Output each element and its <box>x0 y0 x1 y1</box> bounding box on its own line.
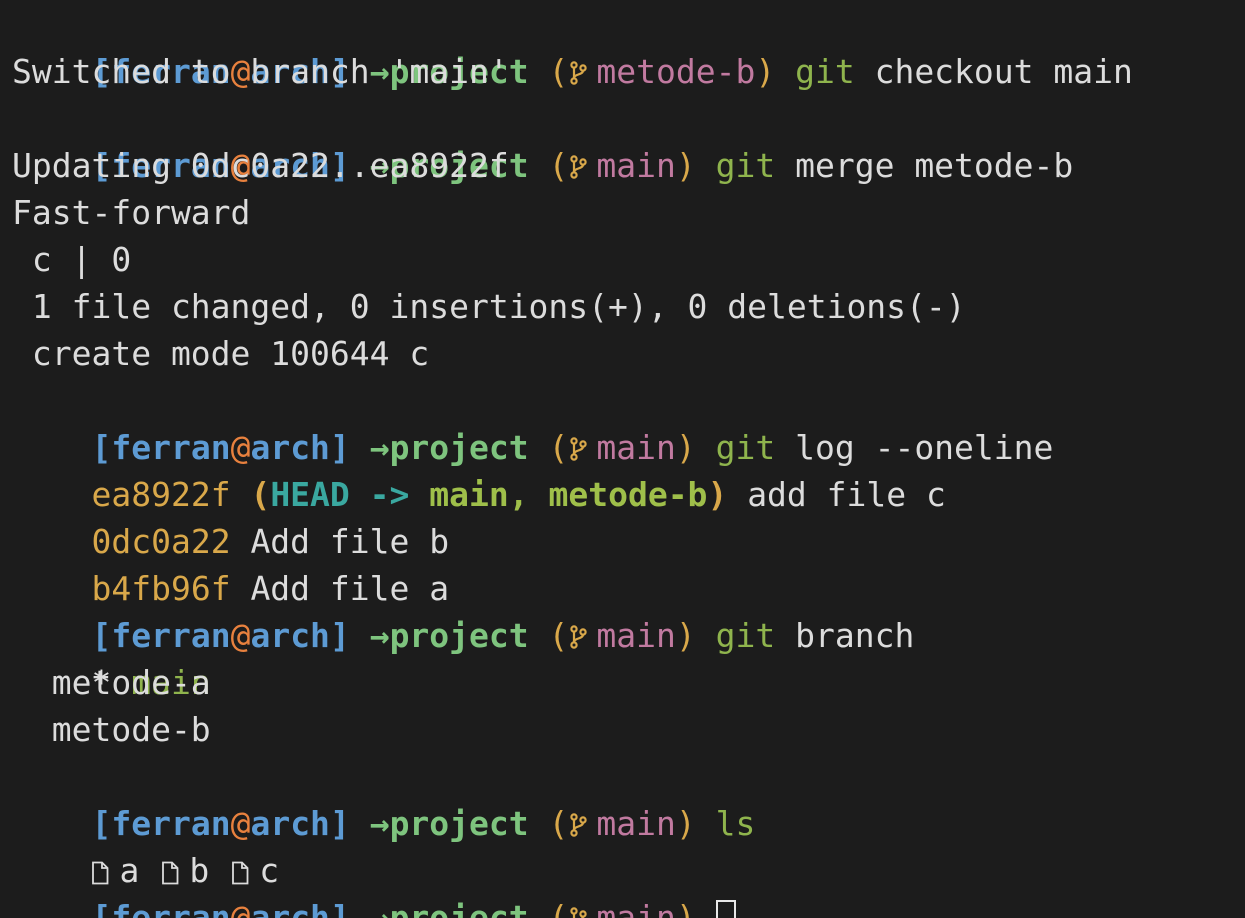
prompt-user: ferran <box>111 804 231 843</box>
prompt-branch: main <box>596 616 676 655</box>
file-name: c <box>259 851 280 890</box>
prompt-dir: project <box>389 898 529 918</box>
prompt-line: [ferran@arch] →project ( main) ls <box>12 753 1245 843</box>
prompt-close-bracket: ] <box>329 898 350 918</box>
prompt-user: ferran <box>111 428 231 467</box>
ref-paren-open: ( <box>250 475 271 514</box>
prompt-paren-close: ) <box>755 52 776 91</box>
command-ls: ls <box>715 804 756 843</box>
branch-ref-metode-b: metode-b <box>548 475 708 514</box>
git-branch-icon <box>570 907 588 918</box>
prompt-line: [ferran@arch] →project ( main) git log --… <box>12 377 1245 467</box>
prompt-close-bracket: ] <box>329 428 350 467</box>
commit-message: Add file b <box>250 522 450 561</box>
prompt-user: ferran <box>111 898 231 918</box>
command-args: checkout main <box>874 52 1133 91</box>
ref-paren-close: ) <box>707 475 728 514</box>
prompt-line: [ferran@arch] →project (metode-b) git ch… <box>12 1 1245 91</box>
output-line: Fast-forward <box>12 193 251 232</box>
file-entry[interactable]: b <box>161 851 209 890</box>
command-args: branch <box>795 616 915 655</box>
prompt-line: [ferran@arch] →project (main) git merge … <box>12 95 1245 185</box>
git-branch-icon <box>570 155 588 179</box>
terminal-window[interactable]: [ferran@arch] →project (metode-b) git ch… <box>0 0 1245 918</box>
prompt-branch: main <box>596 428 676 467</box>
prompt-open-bracket: [ <box>91 898 112 918</box>
prompt-paren-close: ) <box>675 898 696 918</box>
prompt-host: arch <box>250 898 330 918</box>
prompt-paren-open: ( <box>548 616 569 655</box>
prompt-close-bracket: ] <box>329 616 350 655</box>
commit-message: add file c <box>747 475 946 514</box>
prompt-at: @ <box>230 898 251 918</box>
prompt-dir: project <box>389 428 529 467</box>
command-git: git <box>795 52 855 91</box>
prompt-open-bracket: [ <box>91 428 112 467</box>
output-line: create mode 100644 c <box>12 334 430 373</box>
branch-list-item: metode-a <box>12 663 211 702</box>
prompt-close-bracket: ] <box>329 804 350 843</box>
file-name: a <box>119 851 140 890</box>
command-git: git <box>715 146 776 185</box>
file-icon <box>92 861 109 885</box>
prompt-host: arch <box>250 428 330 467</box>
git-branch-icon <box>570 437 588 461</box>
file-icon <box>232 861 249 885</box>
prompt-user: ferran <box>111 616 231 655</box>
prompt-paren-open: ( <box>548 804 569 843</box>
prompt-paren-close: ) <box>675 146 696 185</box>
prompt-paren-open: ( <box>548 146 569 185</box>
prompt-dir: project <box>389 804 529 843</box>
command-args: log --oneline <box>795 428 1054 467</box>
prompt-paren-close: ) <box>675 428 696 467</box>
prompt-paren-open: ( <box>548 428 569 467</box>
git-branch-icon <box>570 625 588 649</box>
prompt-host: arch <box>250 804 330 843</box>
prompt-dir: project <box>389 616 529 655</box>
git-branch-icon <box>570 813 588 837</box>
commit-hash: ea8922f <box>91 475 231 514</box>
command-args: merge metode-b <box>795 146 1074 185</box>
prompt-paren-close: ) <box>675 616 696 655</box>
git-branch-icon <box>570 61 588 85</box>
commit-message: Add file a <box>250 569 450 608</box>
prompt-arrow-icon: → <box>369 804 390 843</box>
prompt-open-bracket: [ <box>91 616 112 655</box>
prompt-open-bracket: [ <box>91 804 112 843</box>
head-ref: HEAD -> <box>270 475 410 514</box>
branch-list-item: metode-b <box>12 710 211 749</box>
file-entry[interactable]: c <box>231 851 279 890</box>
commit-hash: 0dc0a22 <box>91 522 231 561</box>
command-git: git <box>715 616 776 655</box>
commit-hash: b4fb96f <box>91 569 231 608</box>
prompt-arrow-icon: → <box>369 428 390 467</box>
file-name: b <box>189 851 210 890</box>
prompt-paren-open: ( <box>548 52 569 91</box>
prompt-paren-close: ) <box>675 804 696 843</box>
file-entry[interactable]: a <box>91 851 139 890</box>
output-line: 1 file changed, 0 insertions(+), 0 delet… <box>12 287 966 326</box>
prompt-arrow-icon: → <box>369 616 390 655</box>
block-cursor[interactable] <box>715 900 736 918</box>
prompt-at: @ <box>230 616 251 655</box>
prompt-arrow-icon: → <box>369 898 390 918</box>
file-icon <box>162 861 179 885</box>
prompt-branch: main <box>596 146 676 185</box>
prompt-host: arch <box>250 616 330 655</box>
prompt-at: @ <box>230 804 251 843</box>
prompt-paren-open: ( <box>548 898 569 918</box>
command-git: git <box>715 428 776 467</box>
prompt-branch: main <box>596 804 676 843</box>
prompt-at: @ <box>230 428 251 467</box>
branch-ref-main: main, <box>429 475 529 514</box>
prompt-branch: main <box>596 898 676 918</box>
output-line: c | 0 <box>12 240 132 279</box>
prompt-branch: metode-b <box>596 52 756 91</box>
